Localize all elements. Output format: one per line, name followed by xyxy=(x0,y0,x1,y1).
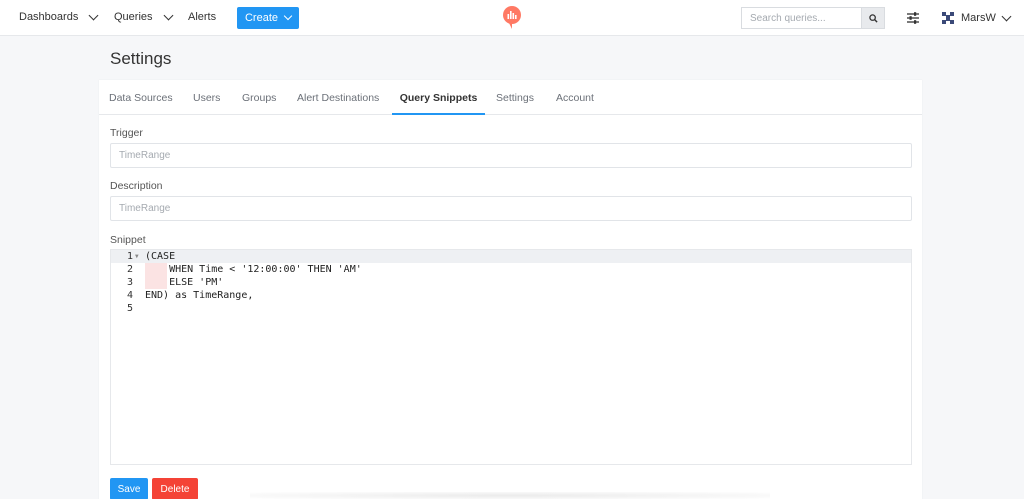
trigger-label: Trigger xyxy=(110,127,143,139)
nav-alerts-label: Alerts xyxy=(188,11,217,23)
search-input[interactable] xyxy=(741,7,861,29)
search-icon xyxy=(868,13,878,23)
line-number: 5 xyxy=(126,303,133,314)
settings-card: Data Sources Users Groups Alert Destinat… xyxy=(99,80,922,499)
settings-sliders-icon[interactable] xyxy=(906,11,920,25)
nav-dashboards[interactable]: Dashboards xyxy=(19,10,99,23)
description-input[interactable] xyxy=(110,196,912,221)
fold-arrow-icon[interactable]: ▼ xyxy=(135,250,139,263)
nav-queries-label: Queries xyxy=(114,11,153,23)
editor-line: 1 ▼ (CASE xyxy=(111,250,911,263)
settings-tabs: Data Sources Users Groups Alert Destinat… xyxy=(99,80,922,115)
nav-queries[interactable]: Queries xyxy=(114,10,173,23)
chevron-down-icon xyxy=(1001,11,1012,21)
create-button[interactable]: Create xyxy=(237,7,299,29)
delete-button[interactable]: Delete xyxy=(152,478,198,499)
line-number: 3 xyxy=(126,277,133,288)
code-line: (CASE xyxy=(145,251,176,262)
tab-alert-destinations[interactable]: Alert Destinations xyxy=(297,80,379,115)
line-number: 4 xyxy=(126,290,133,301)
line-number: 2 xyxy=(126,264,133,275)
chevron-down-icon xyxy=(88,10,99,20)
avatar xyxy=(940,10,956,26)
user-name: MarsW xyxy=(961,12,996,24)
line-number: 1 xyxy=(126,251,133,262)
save-button[interactable]: Save xyxy=(110,478,148,499)
snippet-code-editor[interactable]: 1 ▼ (CASE 2 WHEN Time < '12:00:00' THEN … xyxy=(110,249,912,465)
top-navbar: Dashboards Queries Alerts Create Search … xyxy=(0,0,1024,36)
tab-groups[interactable]: Groups xyxy=(242,80,276,115)
code-line: WHEN Time < '12:00:00' THEN 'AM' xyxy=(145,264,362,275)
tab-account[interactable]: Account xyxy=(556,80,594,115)
chevron-down-icon xyxy=(163,10,173,20)
editor-line: 3 ELSE 'PM' xyxy=(111,276,911,289)
editor-line: 2 WHEN Time < '12:00:00' THEN 'AM' xyxy=(111,263,911,276)
tab-data-sources[interactable]: Data Sources xyxy=(109,80,173,115)
tab-query-snippets[interactable]: Query Snippets xyxy=(392,80,485,115)
create-button-label: Create xyxy=(244,12,279,24)
description-label: Description xyxy=(110,180,163,192)
tab-settings[interactable]: Settings xyxy=(496,80,534,115)
code-line: ELSE 'PM' xyxy=(145,277,224,288)
code-line: END) as TimeRange, xyxy=(145,290,254,301)
page-title: Settings xyxy=(110,49,172,68)
nav-alerts[interactable]: Alerts xyxy=(188,11,216,23)
editor-line: 4 END) as TimeRange, xyxy=(111,289,911,302)
editor-line: 5 xyxy=(111,302,911,315)
search-button[interactable] xyxy=(861,7,885,29)
user-menu[interactable]: MarsW xyxy=(940,9,1012,27)
bottom-overlay-shadow xyxy=(250,492,770,499)
nav-dashboards-label: Dashboards xyxy=(19,11,79,23)
snippet-label: Snippet xyxy=(110,234,146,246)
redash-logo-icon[interactable] xyxy=(502,6,522,30)
tab-users[interactable]: Users xyxy=(193,80,220,115)
chevron-down-icon xyxy=(283,11,293,21)
trigger-input[interactable] xyxy=(110,143,912,168)
